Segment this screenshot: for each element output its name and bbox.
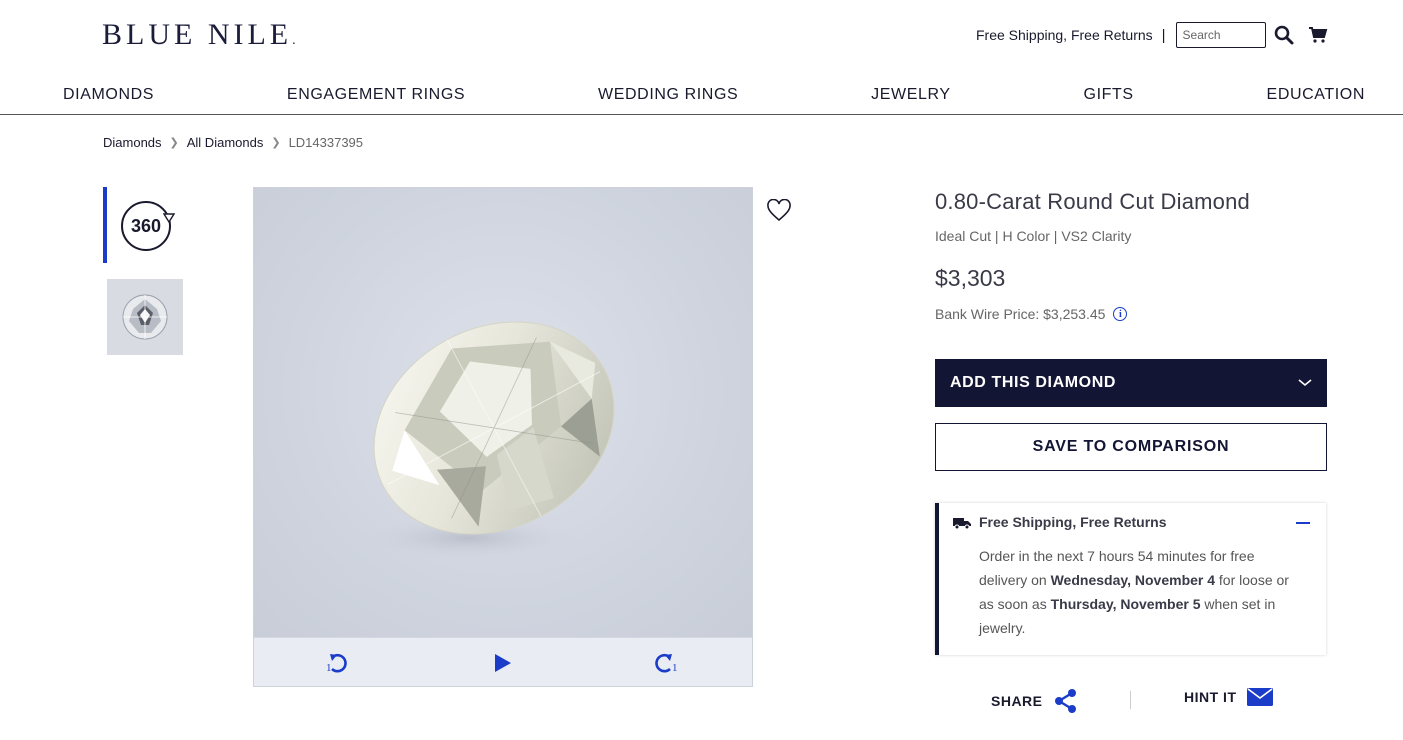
bank-wire-text: Bank Wire Price: $3,253.45 [935, 306, 1106, 322]
envelope-icon [1246, 688, 1273, 706]
chevron-right-icon: ❯ [169, 137, 179, 149]
truck-icon [953, 518, 971, 529]
utility-bar: Free Shipping, Free Returns | [976, 22, 1328, 48]
nav-diamonds[interactable]: DIAMONDS [63, 84, 154, 114]
free-shipping-link[interactable]: Free Shipping, Free Returns [976, 27, 1153, 43]
share-button[interactable]: SHARE [991, 688, 1079, 714]
search-icon[interactable] [1274, 25, 1294, 45]
share-label: SHARE [991, 693, 1043, 709]
chevron-down-icon [1298, 379, 1312, 387]
hint-it-button[interactable]: HINT IT [1184, 688, 1273, 706]
rotate-left-button[interactable]: 1 [324, 650, 350, 676]
breadcrumb-all-diamonds[interactable]: All Diamonds [187, 135, 264, 150]
breadcrumb: Diamonds ❯ All Diamonds ❯ LD14337395 [103, 135, 363, 150]
logo-mark: . [292, 33, 300, 48]
add-button-label: ADD THIS DIAMOND [950, 374, 1117, 391]
rotate-left-step: 1 [326, 662, 332, 674]
save-to-comparison-button[interactable]: SAVE TO COMPARISON [935, 423, 1327, 471]
bank-wire-price: Bank Wire Price: $3,253.45 i [935, 306, 1128, 322]
search-input[interactable] [1175, 22, 1266, 48]
rotate-right-button[interactable]: 1 [652, 650, 678, 676]
collapse-minus-icon[interactable] [1296, 522, 1310, 524]
shipping-panel: Free Shipping, Free Returns Order in the… [935, 503, 1326, 655]
delivery-date-set: Thursday, November 5 [1050, 596, 1201, 612]
save-button-label: SAVE TO COMPARISON [1032, 438, 1230, 455]
diamond-viewer[interactable]: 1 1 [253, 187, 753, 687]
play-icon [495, 654, 511, 672]
action-divider [1130, 691, 1131, 709]
rotate-right-step: 1 [672, 662, 678, 674]
small-diamond-icon [163, 213, 175, 223]
shipping-heading: Free Shipping, Free Returns [979, 514, 1167, 530]
info-icon[interactable]: i [1113, 307, 1128, 321]
nav-engagement-rings[interactable]: ENGAGEMENT RINGS [287, 84, 465, 114]
breadcrumb-current: LD14337395 [288, 135, 364, 150]
nav-wedding-rings[interactable]: WEDDING RINGS [598, 84, 738, 114]
breadcrumb-diamonds[interactable]: Diamonds [103, 135, 162, 150]
cart-icon[interactable] [1308, 26, 1328, 44]
product-price: $3,303 [935, 265, 1006, 291]
main-nav: DIAMONDS ENGAGEMENT RINGS WEDDING RINGS … [0, 84, 1403, 115]
viewer-controls: 1 1 [254, 637, 752, 686]
add-this-diamond-button[interactable]: ADD THIS DIAMOND [935, 359, 1327, 407]
play-button[interactable] [489, 650, 515, 676]
360-icon: 360 [121, 201, 171, 251]
blue-nile-logo[interactable]: BLUE NILE. [102, 18, 300, 52]
thumbnail-diamond-photo[interactable] [107, 279, 183, 355]
diamond-image [359, 321, 615, 560]
nav-gifts[interactable]: GIFTS [1084, 84, 1134, 114]
chevron-right-icon: ❯ [271, 137, 281, 149]
product-specs: Ideal Cut | H Color | VS2 Clarity [935, 228, 1132, 244]
360-label: 360 [130, 215, 162, 236]
diamond-thumbnail-image [122, 294, 168, 340]
share-icon [1054, 689, 1076, 713]
nav-education[interactable]: EDUCATION [1267, 84, 1365, 114]
delivery-date-loose: Wednesday, November 4 [1050, 572, 1216, 588]
product-title: 0.80-Carat Round Cut Diamond [935, 189, 1250, 214]
utility-separator: | [1161, 26, 1166, 44]
thumbnail-360-view[interactable]: 360 [103, 187, 183, 263]
logo-text: BLUE NILE [102, 18, 293, 51]
diamond-image-stage[interactable] [254, 188, 752, 637]
hint-label: HINT IT [1184, 689, 1237, 705]
favorite-heart-icon[interactable] [766, 198, 792, 223]
shipping-details: Order in the next 7 hours 54 minutes for… [979, 544, 1299, 640]
nav-jewelry[interactable]: JEWELRY [871, 84, 950, 114]
